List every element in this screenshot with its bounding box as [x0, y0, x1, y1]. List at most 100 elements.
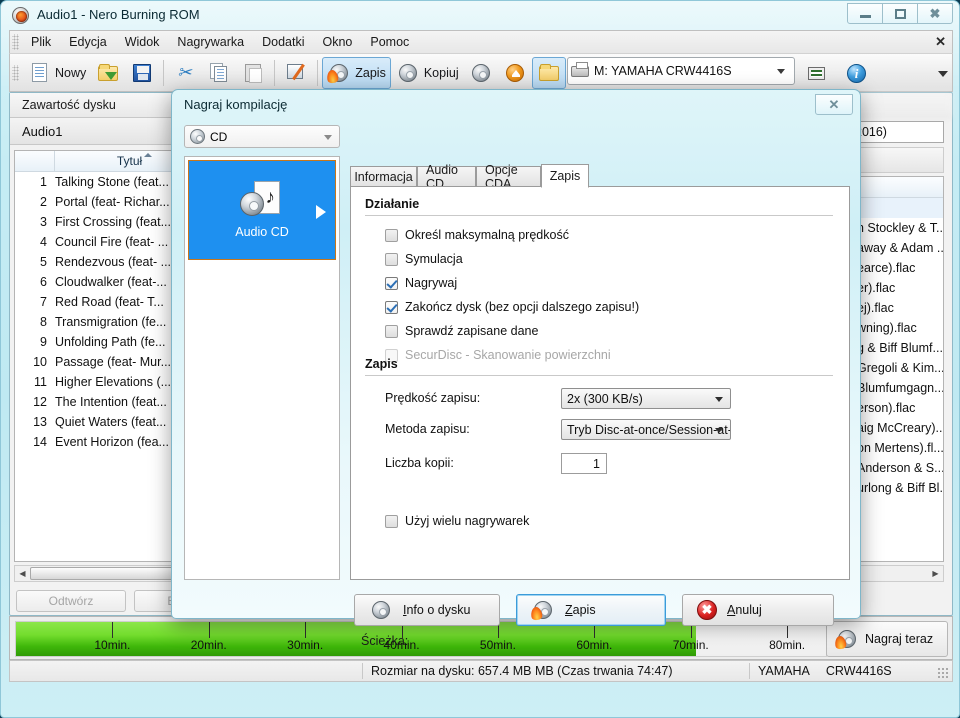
save-button[interactable] [125, 57, 159, 89]
burn-compilation-dialog: Nagraj kompilację ✕ CD ♪ Audio CD Inform… [171, 89, 861, 626]
multi-recorder-checkbox[interactable] [385, 514, 398, 528]
toolbar-grip[interactable] [12, 64, 19, 81]
close-button[interactable]: ✖ [917, 3, 953, 24]
menu-item-widok[interactable]: Widok [116, 32, 169, 52]
checkbox-row-0[interactable]: Określ maksymalną prędkość [385, 223, 833, 247]
tab-audio-cd[interactable]: Audio CD [417, 163, 476, 191]
track-index: 14 [33, 435, 47, 449]
info-icon: i [844, 61, 868, 85]
burn-now-button[interactable]: Nagraj teraz [826, 621, 948, 657]
track-index: 8 [40, 315, 47, 329]
disc-info-button[interactable]: Info o dysku [354, 594, 500, 626]
action-group: Działanie Określ maksymalną prędkość Symu… [365, 197, 833, 367]
checkbox-row-2[interactable]: Nagrywaj [385, 271, 833, 295]
sort-ascending-icon [143, 153, 152, 157]
checkbox-label-1: Symulacja [405, 252, 463, 266]
disc-icon [190, 129, 205, 144]
dialog-close-button[interactable]: ✕ [815, 94, 853, 115]
menu-item-okno[interactable]: Okno [314, 32, 362, 52]
disc-info-button[interactable] [464, 57, 498, 89]
cancel-rest: nuluj [735, 603, 762, 617]
menu-grip[interactable] [12, 34, 19, 50]
main-window: Audio1 - Nero Burning ROM ✖ Plik Edycja … [0, 0, 960, 718]
multi-recorder-label: Użyj wielu nagrywarek [405, 514, 530, 528]
capacity-tick-label: 30min. [287, 638, 324, 652]
scroll-left-icon[interactable]: ◀ [15, 566, 30, 581]
toolbar-overflow-icon[interactable] [937, 59, 949, 83]
burn-button[interactable]: Zapis [322, 56, 391, 89]
list-item-label: on Mertens).fl... [857, 441, 943, 455]
drive-folder-icon [537, 61, 561, 85]
menu-item-edycja[interactable]: Edycja [60, 32, 116, 52]
open-button[interactable] [91, 57, 125, 89]
compilation-type-panel: ♪ Audio CD [184, 156, 340, 580]
toolbar-separator [163, 59, 165, 86]
checkbox-4[interactable] [385, 324, 398, 338]
new-compilation-button[interactable]: Nowy [22, 57, 91, 89]
track-index: 3 [40, 215, 47, 229]
drive-list-button[interactable] [799, 57, 833, 89]
column-header-index[interactable] [15, 151, 55, 171]
checkbox-row-3[interactable]: Zakończ dysk (bez opcji dalszego zapisu!… [385, 295, 833, 319]
write-speed-value: 2x (300 KB/s) [567, 391, 643, 406]
list-item-label: Anderson & S... [857, 461, 943, 475]
capacity-tick-label: 50min. [479, 638, 516, 652]
paste-icon [241, 61, 265, 85]
media-type-select[interactable]: CD [184, 125, 340, 148]
capacity-bar[interactable]: 10min. 20min. 30min. 40min. 50min. 60min. 70mi… [15, 621, 827, 657]
checkbox-label-2: Nagrywaj [405, 276, 458, 290]
paste-button[interactable] [236, 57, 270, 89]
checkbox-1[interactable] [385, 252, 398, 266]
disc-info-icon [369, 598, 393, 622]
burn-button[interactable]: Zapis [516, 594, 666, 626]
checkbox-2[interactable] [385, 276, 398, 290]
menu-item-plik[interactable]: Plik [22, 32, 60, 52]
minimize-button[interactable] [847, 3, 883, 24]
tab-label: Zapis [549, 169, 581, 183]
track-index: 9 [40, 335, 47, 349]
play-button[interactable]: Odtwórz [16, 590, 126, 612]
cancel-button[interactable]: ✖ Anuluj [682, 594, 834, 626]
eject-button[interactable] [498, 57, 532, 89]
info-button[interactable]: i [839, 57, 873, 89]
checkbox-0[interactable] [385, 228, 398, 242]
copy-disc-icon [396, 61, 420, 85]
tab-opcje-cda[interactable]: Opcje CDA [476, 163, 541, 191]
close-document-icon[interactable]: ✕ [935, 34, 946, 50]
copy-icon [207, 61, 231, 85]
checkbox-row-1[interactable]: Symulacja [385, 247, 833, 271]
copy-button[interactable] [202, 57, 236, 89]
drive-select[interactable]: M: YAMAHA CRW4416S [567, 57, 795, 85]
checkbox-3[interactable] [385, 300, 398, 314]
burn-accel: Z [565, 603, 573, 617]
burn-disc-icon [530, 598, 555, 622]
chevron-down-icon[interactable] [324, 135, 332, 140]
menu-item-pomoc[interactable]: Pomoc [361, 32, 418, 52]
tab-zapis[interactable]: Zapis [541, 164, 589, 188]
checkbox-row-4[interactable]: Sprawdź zapisane dane [385, 319, 833, 343]
write-method-select[interactable]: Tryb Disc-at-once/Session-at-c [561, 419, 731, 440]
chevron-down-icon[interactable] [777, 69, 785, 74]
track-index: 12 [33, 395, 47, 409]
menu-item-dodatki[interactable]: Dodatki [253, 32, 313, 52]
tab-informacja[interactable]: Informacja [350, 166, 417, 187]
track-index: 6 [40, 275, 47, 289]
cover-designer-button[interactable] [279, 57, 313, 89]
menu-item-nagrywarka[interactable]: Nagrywarka [168, 32, 253, 52]
media-type-value: CD [210, 129, 228, 144]
resize-grip[interactable] [937, 667, 949, 679]
copy-disc-button[interactable]: Kopiuj [391, 57, 464, 89]
cut-button[interactable]: ✂ [168, 57, 202, 89]
write-speed-select[interactable]: 2x (300 KB/s) [561, 388, 731, 409]
burn-button-label: Zapis [355, 65, 386, 80]
multi-recorder-row[interactable]: Użyj wielu nagrywarek [385, 509, 833, 533]
status-device-model: CRW4416S [825, 664, 892, 678]
drive-folder-button[interactable] [531, 56, 566, 89]
chevron-down-icon [715, 397, 723, 402]
scroll-right-icon[interactable]: ▶ [928, 566, 943, 581]
compilation-type-audio-cd[interactable]: ♪ Audio CD [188, 160, 336, 260]
copies-input[interactable]: 1 [561, 453, 607, 474]
new-compilation-label: Nowy [55, 65, 87, 80]
list-item-label: earce).flac [857, 261, 916, 275]
maximize-button[interactable] [882, 3, 918, 24]
